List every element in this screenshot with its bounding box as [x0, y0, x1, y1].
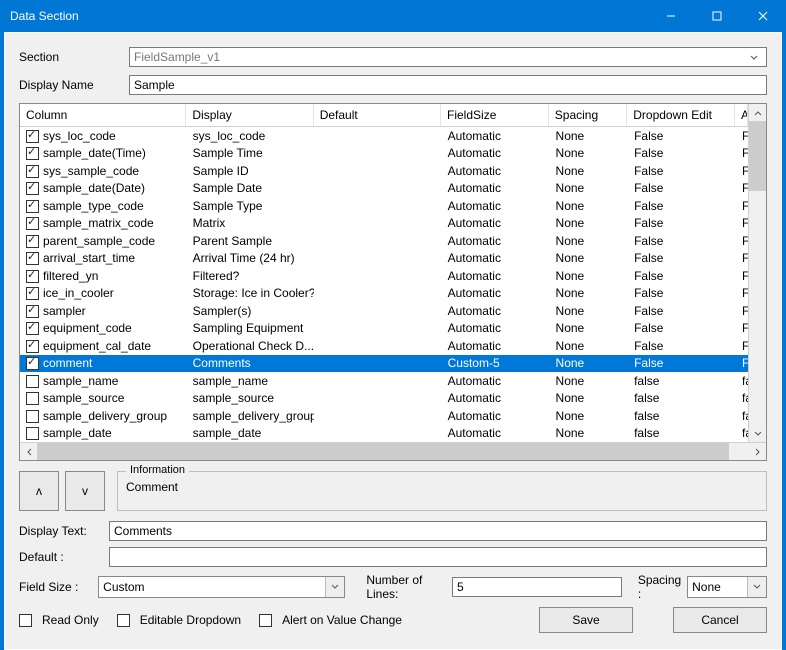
spacing-label: Spacing : — [638, 573, 682, 601]
row-checkbox[interactable] — [26, 305, 39, 318]
header-alert[interactable]: Alert — [735, 104, 748, 126]
table-row[interactable]: sys_sample_codeSample IDAutomaticNoneFal… — [20, 162, 748, 180]
hscroll-thumb[interactable] — [37, 443, 729, 460]
columns-grid: Column Display Default FieldSize Spacing… — [19, 103, 767, 461]
table-row[interactable]: sys_loc_codesys_loc_codeAutomaticNoneFal… — [20, 127, 748, 145]
save-button[interactable]: Save — [539, 607, 633, 633]
information-legend: Information — [126, 464, 189, 476]
row-checkbox[interactable] — [26, 322, 39, 335]
scroll-down-icon[interactable] — [749, 425, 766, 442]
dialog-window: Data Section Section FieldSample_v1 Disp… — [0, 0, 786, 644]
section-label: Section — [19, 50, 129, 64]
displaytext-input[interactable] — [109, 521, 767, 541]
table-row[interactable]: samplerSampler(s)AutomaticNoneFalseFalse — [20, 302, 748, 320]
information-text: Comment — [126, 480, 758, 494]
chevron-down-icon — [747, 577, 766, 597]
grid-header[interactable]: Column Display Default FieldSize Spacing… — [20, 104, 748, 127]
close-button[interactable] — [740, 0, 786, 32]
move-up-button[interactable]: ʌ — [19, 471, 59, 511]
readonly-checkbox[interactable] — [19, 614, 32, 627]
row-checkbox[interactable] — [26, 235, 39, 248]
window-title: Data Section — [10, 9, 648, 23]
minimize-button[interactable] — [648, 0, 694, 32]
grid-body[interactable]: sys_loc_codesys_loc_codeAutomaticNoneFal… — [20, 127, 748, 442]
move-down-button[interactable]: v — [65, 471, 105, 511]
titlebar[interactable]: Data Section — [0, 0, 786, 32]
alert-change-checkbox[interactable] — [259, 614, 272, 627]
header-dropdownedit[interactable]: Dropdown Edit — [627, 104, 735, 126]
editable-dropdown-checkbox[interactable] — [117, 614, 130, 627]
header-display[interactable]: Display — [186, 104, 313, 126]
table-row[interactable]: filtered_ynFiltered?AutomaticNoneFalseFa… — [20, 267, 748, 285]
fieldsize-dropdown[interactable]: Custom — [98, 576, 345, 598]
table-row[interactable]: sample_type_codeSample TypeAutomaticNone… — [20, 197, 748, 215]
row-checkbox[interactable] — [26, 130, 39, 143]
section-value: FieldSample_v1 — [134, 50, 220, 64]
vertical-scrollbar[interactable] — [748, 104, 766, 442]
alert-change-label: Alert on Value Change — [282, 613, 402, 627]
default-label: Default : — [19, 550, 109, 564]
row-checkbox[interactable] — [26, 217, 39, 230]
horizontal-scrollbar[interactable] — [20, 442, 766, 460]
readonly-label: Read Only — [42, 613, 99, 627]
row-checkbox[interactable] — [26, 340, 39, 353]
information-group: Information Comment — [117, 471, 767, 511]
row-checkbox[interactable] — [26, 427, 39, 440]
table-row[interactable]: sample_delivery_groupsample_delivery_gro… — [20, 407, 748, 425]
displaytext-label: Display Text: — [19, 524, 109, 538]
header-fieldsize[interactable]: FieldSize — [441, 104, 549, 126]
fieldsize-label: Field Size : — [19, 580, 98, 594]
table-row[interactable]: sample_date(Date)Sample DateAutomaticNon… — [20, 180, 748, 198]
row-checkbox[interactable] — [26, 410, 39, 423]
header-spacing[interactable]: Spacing — [549, 104, 627, 126]
scroll-left-icon[interactable] — [20, 443, 37, 460]
spacing-dropdown[interactable]: None — [687, 576, 767, 598]
scroll-right-icon[interactable] — [749, 443, 766, 460]
client-area: Section FieldSample_v1 Display Name Colu… — [4, 32, 782, 650]
spacing-value: None — [692, 580, 721, 594]
numlines-label: Number of Lines: — [366, 573, 446, 601]
row-checkbox[interactable] — [26, 147, 39, 160]
table-row[interactable]: sample_sourcesample_sourceAutomaticNonef… — [20, 390, 748, 408]
row-checkbox[interactable] — [26, 392, 39, 405]
scroll-thumb[interactable] — [749, 121, 766, 191]
table-row[interactable]: commentCommentsCustom-5NoneFalseFalse — [20, 355, 748, 373]
row-checkbox[interactable] — [26, 200, 39, 213]
row-checkbox[interactable] — [26, 287, 39, 300]
row-checkbox[interactable] — [26, 252, 39, 265]
table-row[interactable]: parent_sample_codeParent SampleAutomatic… — [20, 232, 748, 250]
default-input[interactable] — [109, 547, 767, 567]
displayname-input[interactable] — [129, 75, 767, 95]
row-checkbox[interactable] — [26, 165, 39, 178]
cancel-button[interactable]: Cancel — [673, 607, 767, 633]
table-row[interactable]: ice_in_coolerStorage: Ice in Cooler?Auto… — [20, 285, 748, 303]
table-row[interactable]: sample_namesample_nameAutomaticNonefalse… — [20, 372, 748, 390]
table-row[interactable]: sample_matrix_codeMatrixAutomaticNoneFal… — [20, 215, 748, 233]
header-column[interactable]: Column — [20, 104, 186, 126]
header-default[interactable]: Default — [314, 104, 441, 126]
table-row[interactable]: arrival_start_timeArrival Time (24 hr)Au… — [20, 250, 748, 268]
row-checkbox[interactable] — [26, 357, 39, 370]
table-row[interactable]: equipment_codeSampling EquipmentAutomati… — [20, 320, 748, 338]
displayname-label: Display Name — [19, 78, 129, 92]
scroll-up-icon[interactable] — [749, 104, 766, 121]
chevron-down-icon — [325, 577, 344, 597]
table-row[interactable]: sample_datesample_dateAutomaticNonefalse… — [20, 425, 748, 443]
table-row[interactable]: equipment_cal_dateOperational Check D...… — [20, 337, 748, 355]
editable-dropdown-label: Editable Dropdown — [140, 613, 241, 627]
table-row[interactable]: sample_date(Time)Sample TimeAutomaticNon… — [20, 145, 748, 163]
maximize-button[interactable] — [694, 0, 740, 32]
row-checkbox[interactable] — [26, 182, 39, 195]
section-dropdown[interactable]: FieldSample_v1 — [129, 47, 767, 67]
fieldsize-value: Custom — [103, 580, 144, 594]
row-checkbox[interactable] — [26, 270, 39, 283]
numlines-input[interactable] — [452, 577, 622, 597]
chevron-down-icon — [746, 50, 762, 64]
row-checkbox[interactable] — [26, 375, 39, 388]
